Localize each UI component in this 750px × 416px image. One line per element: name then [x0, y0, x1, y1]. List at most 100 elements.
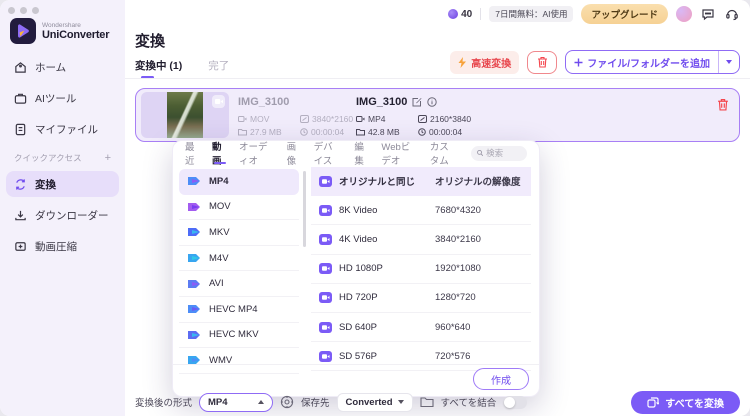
tab-finished[interactable]: 完了 [208, 58, 229, 79]
convert-all-label: すべてを変換 [665, 398, 724, 410]
resolution-option-original[interactable]: オリジナルと同じ オリジナルの解像度 [311, 167, 531, 197]
sidebar-item-label: 動画圧縮 [35, 240, 77, 253]
convert-icon [16, 178, 25, 190]
save-destination-select[interactable]: Converted [336, 392, 413, 412]
clock-icon [418, 128, 426, 136]
account-bar: 40 7日間無料：AI使用 アップグレード [448, 4, 740, 24]
format-option-mkv[interactable]: MKV [179, 220, 299, 246]
format-list: MP4 MOV MKV M4V AVI HEVC MP4 HEVC MKV WM… [179, 169, 299, 374]
tab-recent[interactable]: 最近 [185, 141, 199, 167]
resolution-name: HD 1080P [339, 263, 383, 275]
source-resolution: 3840*2160 [312, 114, 354, 124]
video-preset-icon [319, 321, 332, 333]
convert-all-icon [647, 397, 660, 408]
merge-all-toggle[interactable] [503, 395, 528, 409]
sidebar-nav: ホーム AIツール マイファイル クイックアクセス + 変換 ダウンローダー 動… [6, 54, 119, 264]
create-button[interactable]: 作成 [473, 368, 529, 390]
remove-file-button[interactable] [717, 98, 729, 116]
add-files-button[interactable]: ファイル/フォルダーを追加 [565, 50, 740, 74]
output-format-select[interactable]: MP4 [199, 392, 274, 412]
format-option-hevc-mkv[interactable]: HEVC MKV [179, 323, 299, 349]
tab-custom[interactable]: カスタム [430, 141, 458, 167]
tab-video[interactable]: 動画 [212, 141, 227, 167]
mov-format-icon [188, 202, 200, 211]
trial-badge: 7日間無料：AI使用 [489, 6, 574, 22]
rename-icon[interactable] [412, 97, 422, 107]
resolution-value: 3840*2160 [435, 233, 481, 245]
video-type-badge [212, 95, 225, 108]
target-resolution: 2160*3840 [430, 114, 472, 124]
upgrade-button[interactable]: アップグレード [581, 4, 668, 24]
format-list-scrollbar[interactable] [303, 171, 306, 247]
user-avatar[interactable] [676, 6, 692, 22]
sidebar-item-video-compress[interactable]: 動画圧縮 [6, 233, 119, 259]
resolution-option-720p[interactable]: HD 720P 1280*720 [311, 284, 531, 313]
open-folder-icon[interactable] [419, 396, 434, 408]
format-option-m4v[interactable]: M4V [179, 246, 299, 272]
sidebar-item-ai-tools[interactable]: AIツール [6, 85, 119, 111]
header-actions: 高速変換 ファイル/フォルダーを追加 [450, 50, 740, 74]
add-files-dropdown[interactable] [719, 60, 739, 64]
folder-icon [356, 129, 365, 136]
quick-access-add-button[interactable]: + [105, 152, 111, 164]
home-icon [15, 61, 26, 73]
resolution-value: オリジナルの解像度 [435, 177, 521, 189]
trash-icon [537, 56, 547, 68]
format-option-mp4[interactable]: MP4 [179, 169, 299, 195]
format-settings-icon[interactable] [280, 395, 294, 409]
info-icon[interactable] [427, 97, 438, 107]
hevc-mp4-format-icon [188, 305, 200, 314]
sidebar-item-downloader[interactable]: ダウンローダー [6, 202, 119, 228]
feedback-button[interactable] [700, 6, 716, 22]
resolution-value: 960*640 [435, 321, 471, 333]
quick-access-section: クイックアクセス + [14, 152, 111, 164]
support-button[interactable] [724, 6, 740, 22]
add-files-label: ファイル/フォルダーを追加 [587, 58, 710, 70]
app-window: Wondershare UniConverter ホーム AIツール マイファイ… [0, 0, 750, 416]
caret-down-icon [397, 400, 404, 404]
search-input[interactable] [486, 148, 521, 158]
format-option-avi[interactable]: AVI [179, 271, 299, 297]
maximize-window-button[interactable] [32, 7, 39, 14]
format-search-box[interactable] [470, 145, 527, 161]
format-option-label: MP4 [209, 175, 229, 187]
format-category-tabs: 最近 動画 オーディオ 画像 デバイス 編集 Webビデオ カスタム [185, 141, 527, 167]
video-camera-icon [214, 99, 223, 104]
credits-counter[interactable]: 40 [448, 9, 472, 20]
sidebar-item-convert[interactable]: 変換 [6, 171, 119, 197]
save-destination-label: 保存先 [301, 398, 330, 409]
minimize-window-button[interactable] [20, 7, 27, 14]
toggle-knob [504, 396, 516, 408]
resolution-option-640p[interactable]: SD 640P 960*640 [311, 313, 531, 343]
tab-audio[interactable]: オーディオ [239, 141, 274, 167]
resolution-value: 1280*720 [435, 292, 476, 304]
tab-converting[interactable]: 変換中 (1) [135, 58, 182, 79]
bottom-bar: 変換後の形式 MP4 保存先 Converted すべてを結合 すべてを変換 [135, 390, 740, 414]
close-window-button[interactable] [8, 7, 15, 14]
tab-web-video[interactable]: Webビデオ [381, 141, 416, 167]
video-thumbnail [141, 92, 229, 138]
sidebar-item-home[interactable]: ホーム [6, 54, 119, 80]
caret-up-icon [258, 400, 265, 404]
resolution-option-1080p[interactable]: HD 1080P 1920*1080 [311, 255, 531, 284]
sidebar-item-label: AIツール [35, 92, 77, 105]
ai-tools-icon [14, 93, 27, 104]
format-option-hevc-mp4[interactable]: HEVC MP4 [179, 297, 299, 323]
delete-all-button[interactable] [527, 50, 558, 74]
target-duration: 00:00:04 [429, 127, 463, 137]
downloader-icon [15, 210, 26, 220]
format-option-mov[interactable]: MOV [179, 195, 299, 221]
video-preset-icon [319, 204, 332, 216]
tab-editing[interactable]: 編集 [354, 141, 368, 167]
resolution-option-4k[interactable]: 4K Video 3840*2160 [311, 225, 531, 255]
sidebar-item-my-files[interactable]: マイファイル [6, 116, 119, 142]
resolution-name: HD 720P [339, 292, 378, 304]
target-format: MP4 [368, 114, 386, 124]
fast-convert-label: 高速変換 [471, 58, 512, 70]
fast-convert-toggle[interactable]: 高速変換 [450, 50, 520, 74]
tab-image[interactable]: 画像 [287, 141, 301, 167]
resolution-option-8k[interactable]: 8K Video 7680*4320 [311, 196, 531, 226]
convert-all-button[interactable]: すべてを変換 [631, 390, 740, 414]
merge-all-label: すべてを結合 [440, 398, 497, 409]
tab-device[interactable]: デバイス [314, 141, 342, 167]
